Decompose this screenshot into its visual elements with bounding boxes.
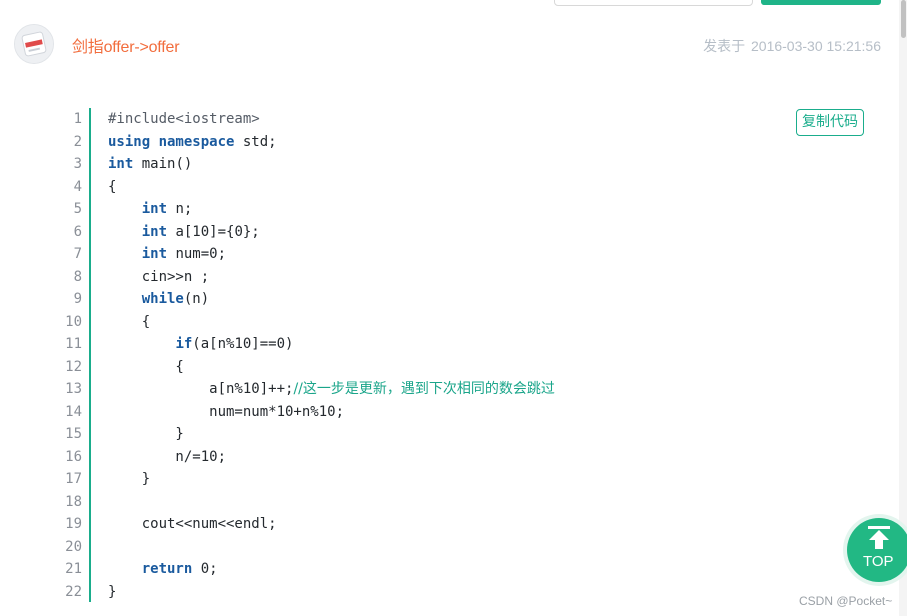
scrollbar-thumb[interactable] <box>901 0 906 38</box>
code-token: } <box>108 471 151 487</box>
line-number: 21 <box>65 561 82 577</box>
code-line: cout<<num<<endl; <box>108 513 555 536</box>
line-number: 16 <box>65 448 82 465</box>
code-keyword: int <box>141 246 168 262</box>
line-number: 14 <box>65 403 82 420</box>
back-to-top-button[interactable]: TOP <box>847 518 907 582</box>
code-line: if(a[n%10]==0) <box>108 333 555 356</box>
code-keyword: int <box>141 201 168 217</box>
scrollbar-track[interactable] <box>899 0 907 616</box>
search-button[interactable] <box>761 0 881 5</box>
code-line: } <box>108 581 555 604</box>
code-keyword: return <box>141 561 193 577</box>
code-line: int main() <box>108 153 555 176</box>
code-token: n/=10; <box>108 448 227 465</box>
code-token: { <box>108 178 117 195</box>
code-token: } <box>108 426 184 442</box>
code-line: while(n) <box>108 288 555 311</box>
code-lines: #include<iostream> using namespace std; in… <box>108 108 555 603</box>
code-token: a[10]={0}; <box>167 223 260 240</box>
line-number: 2 <box>73 133 82 150</box>
line-number: 4 <box>73 178 82 195</box>
time-value: 2016-03-30 15:21:56 <box>751 38 881 54</box>
code-line: using namespace std; <box>108 131 555 154</box>
code-line: } <box>108 468 555 491</box>
line-number: 15 <box>65 426 82 442</box>
line-number: 11 <box>65 336 82 352</box>
code-line: int n; <box>108 198 555 221</box>
code-token: (n) <box>183 291 210 307</box>
code-line: { <box>108 176 555 199</box>
code-keyword: int <box>108 156 134 172</box>
code-token: n; <box>167 201 193 217</box>
code-token: std; <box>234 133 277 150</box>
time-prefix: 发表于 <box>703 38 746 54</box>
line-number: 20 <box>65 538 82 555</box>
code-line: return 0; <box>108 558 555 581</box>
code-token: main() <box>133 156 193 172</box>
code-token: num=0; <box>167 246 227 262</box>
line-number: 5 <box>73 201 82 217</box>
code-token: cin>>n ; <box>108 268 210 285</box>
line-number: 13 <box>65 381 82 397</box>
code-token: num=num*10+n%10; <box>108 403 345 420</box>
code-keyword: int <box>141 223 168 240</box>
code-keyword: while <box>141 291 184 307</box>
code-line: } <box>108 423 555 446</box>
line-number: 8 <box>73 268 82 285</box>
code-token: } <box>108 583 117 600</box>
code-line: ​ <box>108 536 555 559</box>
code-line: n/=10; <box>108 446 555 469</box>
code-token: a[n%10]++; <box>108 381 294 397</box>
code-token: { <box>108 313 151 330</box>
post-title[interactable]: 剑指offer->offer <box>72 33 180 57</box>
line-number: 3 <box>73 156 82 172</box>
line-number: 22 <box>65 583 82 600</box>
back-to-top-label: TOP <box>863 553 894 570</box>
code-line: ​ <box>108 491 555 514</box>
watermark: CSDN @Pocket~ <box>799 594 893 608</box>
code-line: int a[10]={0}; <box>108 221 555 244</box>
post-timestamp: 发表于 2016-03-30 15:21:56 <box>701 36 881 56</box>
line-number: 7 <box>73 246 82 262</box>
code-line: a[n%10]++;//这一步是更新，遇到下次相同的数会跳过 <box>108 378 555 401</box>
code-token: (a[n%10]==0) <box>192 336 294 352</box>
code-token: #include<iostream> <box>108 111 260 127</box>
code-token: 0; <box>192 561 218 577</box>
code-keyword: if <box>175 336 193 352</box>
code-line: #include<iostream> <box>108 108 555 131</box>
line-number: 6 <box>73 223 82 240</box>
code-token: { <box>108 358 184 375</box>
code-block: 1 2 3 4 5 6 7 8 9 10 11 12 13 14 15 16 17 18 19 20 21 22 #inc… <box>58 108 868 604</box>
code-comment: //这一步是更新，遇到下次相同的数会跳过 <box>293 381 555 397</box>
line-number: 10 <box>65 313 82 330</box>
line-number: 12 <box>65 358 82 375</box>
line-number: 9 <box>73 291 82 307</box>
avatar-image <box>15 25 53 63</box>
code-line: num=num*10+n%10; <box>108 401 555 424</box>
line-number: 1 <box>73 111 82 127</box>
arrow-up-icon <box>868 526 890 549</box>
code-line: { <box>108 356 555 379</box>
line-number: 18 <box>65 493 82 510</box>
code-token: cout<<num<<endl; <box>108 516 277 532</box>
line-number: 19 <box>65 516 82 532</box>
code-keyword: using namespace <box>108 133 235 150</box>
code-line: int num=0; <box>108 243 555 266</box>
line-number: 17 <box>65 471 82 487</box>
code-gutter-bar <box>89 108 91 602</box>
code-line: { <box>108 311 555 334</box>
line-numbers: 1 2 3 4 5 6 7 8 9 10 11 12 13 14 15 16 17 18 19 20 21 22 <box>58 108 82 603</box>
copy-code-button[interactable]: 复制代码 <box>796 109 864 136</box>
search-input[interactable] <box>554 0 753 6</box>
code-line: cin>>n ; <box>108 266 555 289</box>
avatar[interactable] <box>14 24 54 64</box>
